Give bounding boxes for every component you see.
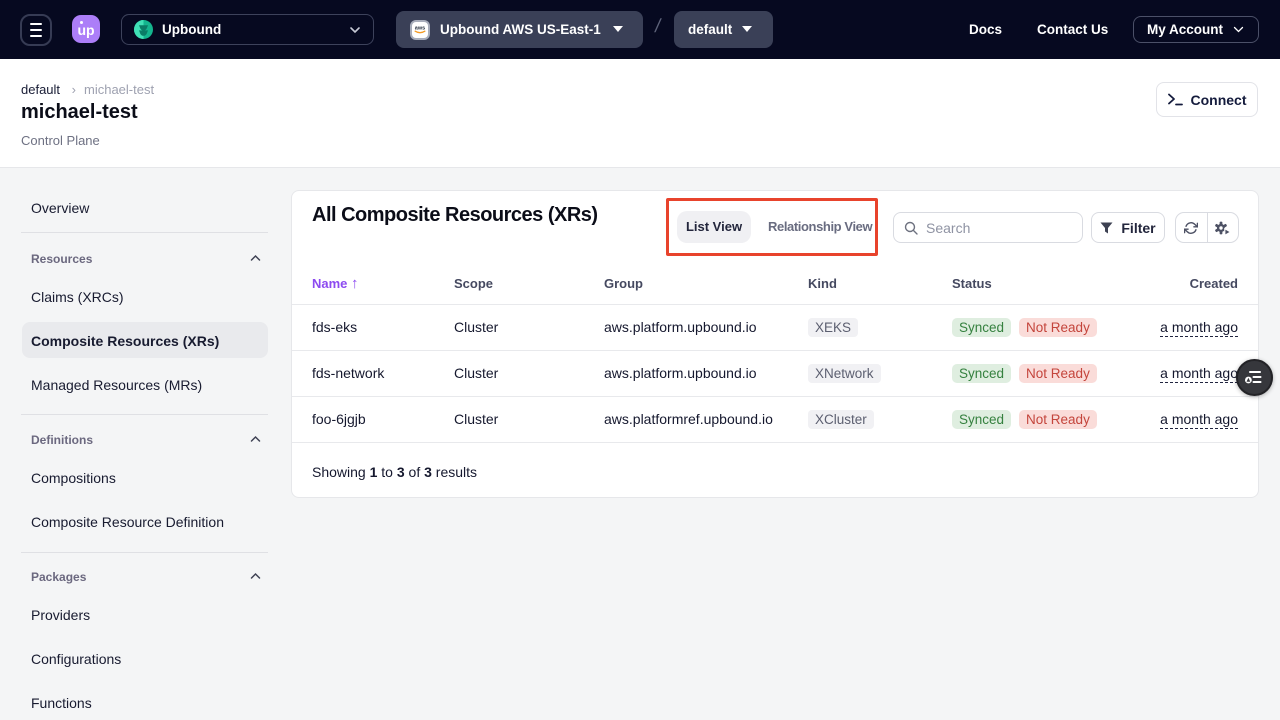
svg-text:aws: aws [415,26,425,32]
